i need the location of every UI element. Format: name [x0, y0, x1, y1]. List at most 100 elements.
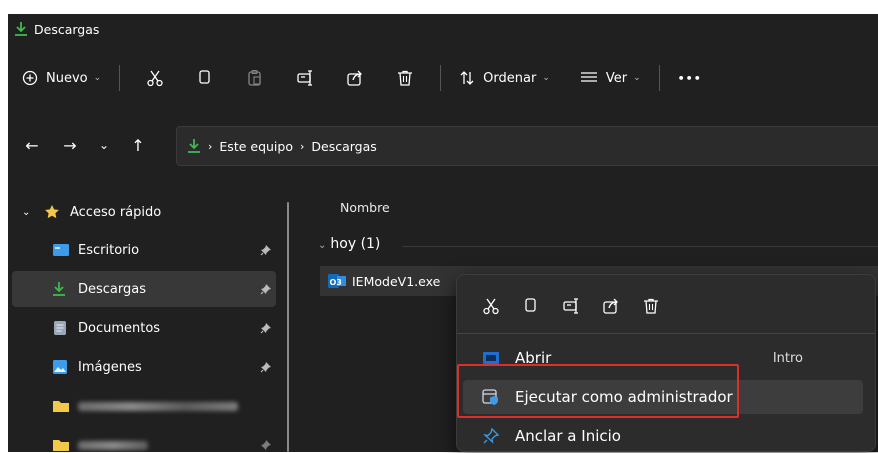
- view-list-icon: [580, 71, 598, 85]
- chevron-down-icon: ⌄: [98, 138, 110, 152]
- sidebar-quick-access[interactable]: ⌄ Acceso rápido: [12, 194, 276, 230]
- sidebar-item-pictures[interactable]: Imágenes: [12, 349, 276, 385]
- paste-button[interactable]: [238, 61, 272, 95]
- breadcrumb-downloads[interactable]: Descargas: [311, 139, 376, 154]
- star-icon: [44, 204, 60, 220]
- sidebar-item-downloads[interactable]: Descargas: [12, 271, 276, 307]
- context-menu: Abrir Intro Ejecutar como administrador …: [456, 274, 876, 452]
- address-bar[interactable]: › Este equipo › Descargas: [176, 126, 878, 166]
- sidebar-item-label: Imágenes: [78, 359, 142, 375]
- file-name: IEModeV1.exe: [352, 273, 441, 289]
- forward-button[interactable]: →: [56, 131, 84, 159]
- share-icon: [347, 70, 363, 86]
- copy-button[interactable]: [188, 61, 222, 95]
- group-divider: [402, 246, 878, 247]
- download-icon: [14, 21, 28, 37]
- toolbar-divider: [119, 65, 121, 91]
- file-badge-text: O3: [330, 278, 342, 287]
- share-icon: [603, 298, 618, 314]
- chevron-down-icon: ⌄: [542, 73, 550, 83]
- rename-icon: [563, 298, 578, 314]
- up-button[interactable]: ↑: [124, 131, 152, 159]
- navigation-row: ← → ⌄ ↑ › Este equipo › Descargas: [8, 122, 878, 168]
- sort-arrows-icon: [459, 70, 475, 86]
- new-button-label: Nuevo: [46, 70, 88, 86]
- rename-button[interactable]: [288, 61, 322, 95]
- scissors-icon: [483, 298, 499, 315]
- command-bar: Nuevo ⌄ Ordenar ⌄ Ver ⌄ •••: [8, 56, 878, 100]
- sidebar-item-label: Documentos: [78, 320, 161, 336]
- toolbar-divider: [440, 65, 442, 91]
- rename-icon: [297, 70, 313, 86]
- pin-icon: [260, 244, 272, 256]
- context-menu-quick-actions: [471, 281, 671, 331]
- outlook-exe-icon: O3: [328, 273, 346, 289]
- menu-item-shortcut: Intro: [772, 350, 803, 366]
- documents-folder-icon: [52, 320, 70, 336]
- copy-icon: [525, 298, 536, 312]
- chevron-down-icon: ⌄: [318, 240, 327, 251]
- recent-locations-button[interactable]: ⌄: [90, 131, 118, 159]
- column-header-name[interactable]: Nombre: [340, 200, 390, 215]
- trash-icon: [644, 298, 658, 314]
- pin-icon: [260, 283, 272, 295]
- window-title: Descargas: [34, 21, 100, 37]
- sort-button[interactable]: Ordenar ⌄: [451, 61, 558, 95]
- more-options-button[interactable]: •••: [670, 61, 710, 95]
- pin-icon: [260, 439, 272, 451]
- sidebar-scrollbar[interactable]: [287, 202, 289, 452]
- chevron-down-icon: ⌄: [22, 206, 31, 218]
- sidebar-item-redacted[interactable]: [12, 427, 276, 452]
- navigation-pane: ⌄ Acceso rápido Escritorio Descargas Doc…: [8, 180, 298, 452]
- download-icon: [187, 138, 201, 154]
- pictures-folder-icon: [52, 359, 70, 375]
- arrow-up-icon: ↑: [131, 135, 145, 155]
- redacted-label-blur: [78, 440, 148, 450]
- breadcrumb-separator: ›: [299, 139, 305, 153]
- trash-icon: [398, 70, 413, 86]
- ctx-copy-button[interactable]: [514, 289, 548, 323]
- pin-icon: [481, 427, 501, 445]
- arrow-right-icon: →: [63, 135, 77, 155]
- title-bar: Descargas: [8, 14, 878, 44]
- sort-button-label: Ordenar: [483, 70, 537, 86]
- copy-icon: [199, 70, 210, 84]
- scissors-icon: [147, 70, 163, 87]
- view-button[interactable]: Ver ⌄: [572, 61, 649, 95]
- group-label: hoy (1): [330, 236, 381, 252]
- plus-circle-icon: [22, 70, 38, 86]
- menu-item-pin-to-start[interactable]: Anclar a Inicio: [463, 419, 863, 453]
- pin-icon: [260, 322, 272, 334]
- toolbar-divider: [658, 65, 660, 91]
- folder-icon: [52, 437, 70, 452]
- download-icon: [52, 281, 70, 297]
- view-button-label: Ver: [605, 70, 628, 86]
- chevron-down-icon: ⌄: [633, 73, 641, 83]
- back-button[interactable]: ←: [18, 131, 46, 159]
- menu-item-label: Anclar a Inicio: [515, 427, 621, 445]
- arrow-left-icon: ←: [25, 135, 39, 155]
- ctx-rename-button[interactable]: [554, 289, 588, 323]
- ctx-cut-button[interactable]: [474, 289, 508, 323]
- sidebar-item-redacted[interactable]: [12, 388, 276, 424]
- sidebar-item-label: Escritorio: [78, 242, 140, 258]
- ctx-share-button[interactable]: [594, 289, 628, 323]
- highlight-box: [457, 364, 739, 418]
- sidebar-item-documents[interactable]: Documentos: [12, 310, 276, 346]
- sidebar-item-label: Descargas: [78, 281, 147, 297]
- breadcrumb-this-pc[interactable]: Este equipo: [219, 139, 293, 154]
- paste-icon: [248, 69, 261, 86]
- group-header-today[interactable]: ⌄ hoy (1): [318, 236, 380, 252]
- pin-icon: [260, 361, 272, 373]
- delete-button[interactable]: [388, 61, 422, 95]
- sidebar-item-desktop[interactable]: Escritorio: [12, 232, 276, 268]
- chevron-down-icon: ⌄: [93, 73, 102, 83]
- folder-icon: [52, 398, 70, 414]
- desktop-folder-icon: [52, 242, 70, 258]
- context-menu-divider: [457, 333, 875, 334]
- cut-button[interactable]: [138, 61, 172, 95]
- share-button[interactable]: [338, 61, 372, 95]
- new-button[interactable]: Nuevo ⌄: [14, 61, 109, 95]
- ctx-delete-button[interactable]: [634, 289, 668, 323]
- redacted-label-blur: [78, 401, 238, 411]
